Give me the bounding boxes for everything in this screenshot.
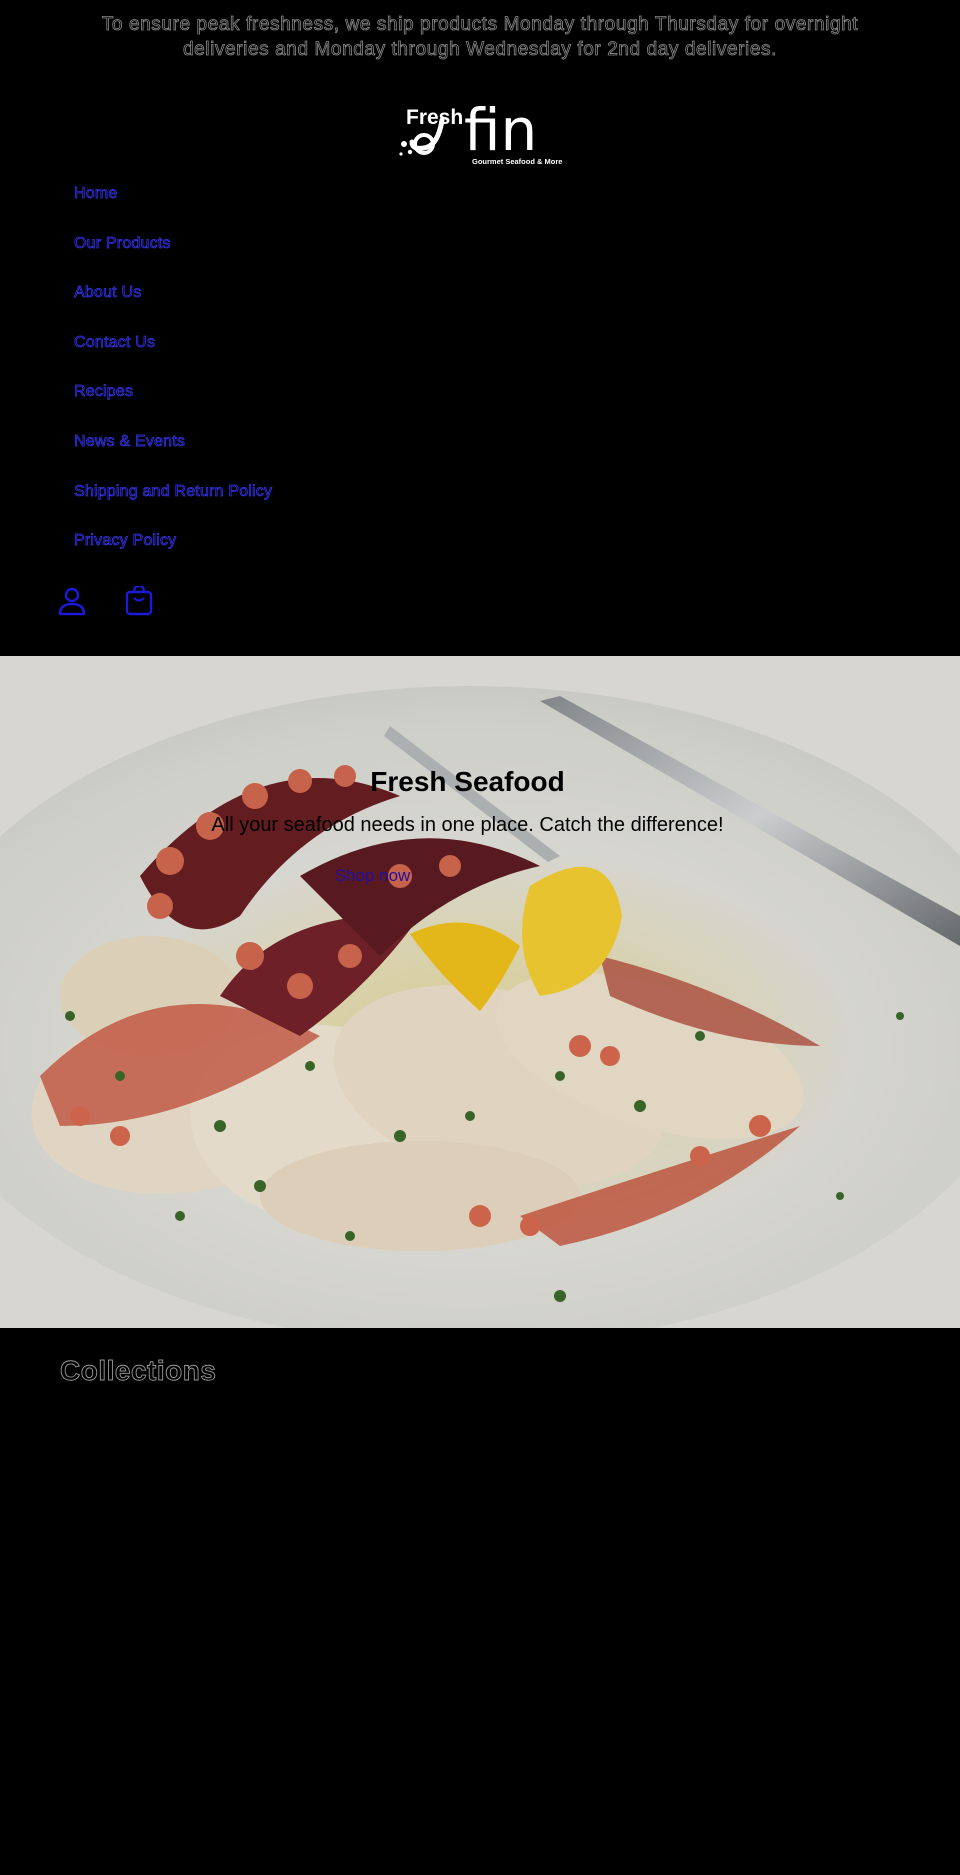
logo-fresh-text: Fresh [406,106,463,129]
account-icon[interactable] [57,586,87,616]
nav-link-about-us[interactable]: About Us [74,284,142,302]
nav-item: Privacy Policy [74,529,272,579]
announcement-text: To ensure peak freshness, we ship produc… [101,14,859,61]
hero-title: Fresh Seafood [370,766,565,797]
nav-item: News & Events [74,430,272,480]
hero-octopus-image [0,656,960,1328]
nav-item: Home [74,182,272,232]
nav-item: Our Products [74,232,272,282]
logo-fin-text: fin [464,96,537,164]
nav-link-our-products[interactable]: Our Products [74,234,171,252]
nav-item: Contact Us [74,331,272,381]
logo-tagline: Gourmet Seafood & More [472,157,562,166]
nav-link-recipes[interactable]: Recipes [74,383,134,401]
hero-banner: Fresh Seafood All your seafood needs in … [0,656,960,1328]
nav-link-contact-us[interactable]: Contact Us [74,333,156,351]
hero-subtitle: All your seafood needs in one place. Cat… [211,814,724,836]
nav-link-privacy-policy[interactable]: Privacy Policy [74,532,177,550]
nav-item: About Us [74,281,272,331]
shop-now-button[interactable]: Shop now [300,866,445,886]
cart-icon[interactable] [124,586,154,616]
nav-link-shipping-return[interactable]: Shipping and Return Policy [74,482,273,500]
nav-link-news-events[interactable]: News & Events [74,433,186,451]
collections-heading: Collections [60,1355,217,1387]
nav-link-home[interactable]: Home [74,185,118,203]
main-nav: Home Our Products About Us Contact Us Re… [74,182,273,579]
brand-logo[interactable]: Fresh fin Gourmet Seafood & More [398,94,562,174]
nav-item: Recipes [74,380,272,430]
nav-item: Shipping and Return Policy [74,480,273,530]
